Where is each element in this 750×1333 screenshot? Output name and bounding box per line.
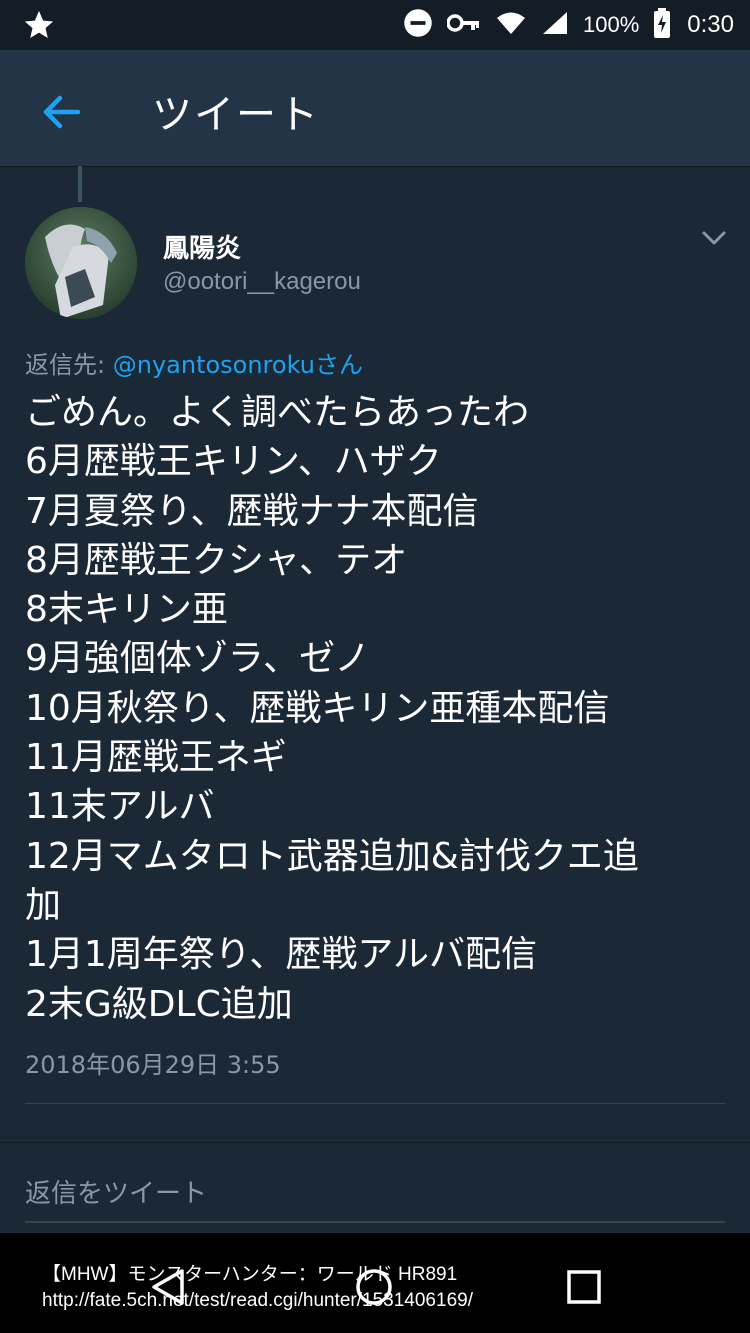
tweet-line: 7月夏祭り、歴戦ナナ本配信 [25,490,479,532]
avatar[interactable] [25,207,137,319]
reply-input[interactable]: 返信をツイート [25,1173,207,1210]
reply-to-suffix: さん [314,351,363,379]
star-icon [22,8,56,46]
signal-icon [541,10,569,40]
user-handle[interactable]: @ootori__kagerou [163,268,361,296]
reply-to-user: @nyantosonroku [112,351,315,379]
display-name[interactable]: 鳳陽炎 [163,228,241,265]
thread-connector-line [78,166,82,202]
caption-title: 【MHW】モンスターハンター：ワールド HR891 [42,1264,458,1285]
reply-input-underline [25,1221,725,1223]
vpn-key-icon [446,12,481,38]
page-title: ツイート [152,92,320,138]
tweet-line: 2末G級DLC追加 [25,983,293,1025]
battery-charging-icon [653,8,671,42]
status-time: 0:30 [687,11,734,38]
nav-recents-button[interactable] [566,1269,602,1309]
app-bar: ツイート [0,50,750,167]
reply-to-line: 返信先: @nyantosonrokuさん [25,345,363,380]
back-arrow-icon [38,95,86,140]
tweet-line: ごめん。よく調べたらあったわ [25,392,530,433]
chevron-down-icon [700,231,728,254]
tweet-line: 10月秋祭り、歴戦キリン亜種本配信 [25,687,610,729]
nav-recents-icon [566,1270,602,1309]
tweet-line: 12月マムタロト武器追加&討伐クエ追 [25,835,639,877]
tweet-line: 9月強個体ゾラ、ゼノ [25,638,371,680]
tweet-line: 加 [25,884,62,926]
tweet-line: 1月1周年祭り、歴戦アルバ配信 [25,934,538,976]
do-not-disturb-icon [403,8,433,42]
divider [25,1103,725,1104]
battery-percent: 100% [583,12,640,37]
tweet-line: 6月歴戦王キリン、ハザク [25,441,442,483]
tweet-line: 11月歴戦王ネギ [25,737,287,779]
tweet-timestamp: 2018年06月29日 3:55 [25,1051,281,1079]
reply-to-user-link[interactable]: @nyantosonrokuさん [113,351,363,379]
status-bar: 100% 0:30 [0,0,750,50]
source-caption: 【MHW】モンスターハンター：ワールド HR891 http://fate.5c… [42,1262,473,1314]
caption-url: http://fate.5ch.net/test/read.cgi/hunter… [42,1290,473,1311]
tweet-line: 8末キリン亜 [25,589,228,631]
tweet-line: 8月歴戦王クシャ、テオ [25,539,408,581]
tweet-line: 11末アルバ [25,786,215,828]
tweet-text: ごめん。よく調べたらあったわ 6月歴戦王キリン、ハザク 7月夏祭り、歴戦ナナ本配… [25,388,725,1029]
wifi-icon [495,10,527,40]
reply-bar: 返信をツイート [0,1142,750,1234]
reply-to-label: 返信先: [25,351,106,379]
tweet-menu-button[interactable] [700,226,728,250]
back-button[interactable] [38,88,86,136]
